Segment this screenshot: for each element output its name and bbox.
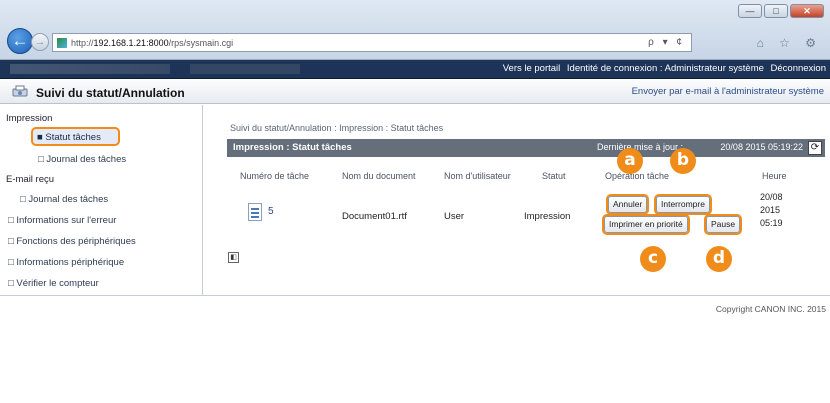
refresh-icon[interactable]: ⟳ [808,141,822,155]
blurred-device-name [10,64,170,74]
window-controls: — □ ✕ [738,4,824,18]
sidebar-item-counter[interactable]: □ Vérifier le compteur [8,278,99,289]
cell-user-name: User [444,211,465,222]
cancel-button[interactable]: Annuler [605,194,650,215]
status-monitor-icon [12,85,28,97]
browser-toolbar-icons[interactable]: ⌂ ☆ ⚙ [757,36,822,50]
blurred-product-name [190,64,300,74]
topbar-links: Vers le portail Identité de connexion : … [499,63,826,74]
copyright-text: Copyright CANON INC. 2015 [715,304,826,314]
pager-icon[interactable]: ◧ [228,252,239,263]
back-arrow-icon[interactable]: ← [7,28,33,54]
cell-status: Impression [524,211,571,222]
page-title: Suivi du statut/Annulation [36,86,185,100]
close-button[interactable]: ✕ [790,4,824,18]
print-priority-button[interactable]: Imprimer en priorité [602,214,690,235]
sidebar-section-print[interactable]: Impression [6,113,52,124]
content-divider [0,295,830,296]
col-job-number: Numéro de tâche [240,171,310,181]
last-update-time: 20/08 2015 05:19:22 [720,142,803,152]
sidebar-item-device-functions[interactable]: □ Fonctions des périphériques [8,236,136,247]
maximize-button[interactable]: □ [764,4,788,18]
portal-link[interactable]: Vers le portail [503,63,561,74]
col-job-operation: Opération tâche [605,171,670,181]
address-bar[interactable]: http://192.168.1.21:8000/rps/sysmain.cgi… [52,33,692,52]
sidebar-item-job-log[interactable]: □ Journal des tâches [38,154,126,165]
callout-badge-b: b [670,148,696,174]
col-status: Statut [542,171,566,181]
col-user-name: Nom d'utilisateur [444,171,511,181]
panel-title: Impression : Statut tâches [233,142,352,153]
login-identity: Identité de connexion : Administrateur s… [566,63,764,74]
pause-button[interactable]: Pause [703,214,743,235]
sidebar-item-label: ■ Statut tâches [37,132,101,143]
interrupt-button[interactable]: Interrompre [654,194,712,215]
sidebar-item-job-status[interactable]: ■ Statut tâches [31,127,120,146]
panel-header: Impression : Statut tâches Dernière mise… [227,139,825,157]
logout-link[interactable]: Déconnexion [771,63,826,74]
address-tools-icon[interactable]: ρ ▾ ¢ [648,37,685,48]
sidebar-item-email-log[interactable]: □ Journal des tâches [20,194,108,205]
cell-time-date: 20/08 [760,192,783,202]
cell-time-clock: 05:19 [760,218,783,228]
breadcrumb: Suivi du statut/Annulation : Impression … [230,123,444,133]
callout-badge-a: a [617,148,643,174]
portal-topbar: Vers le portail Identité de connexion : … [0,60,830,79]
sidebar-item-error-info[interactable]: □ Informations sur l'erreur [8,215,116,226]
email-admin-link[interactable]: Envoyer par e-mail à l'administrateur sy… [632,86,824,97]
col-document-name: Nom du document [342,171,416,181]
sidebar-section-email[interactable]: E-mail reçu [6,174,54,185]
sidebar: Impression ■ Statut tâches □ Journal des… [0,105,203,295]
page-titlebar: Suivi du statut/Annulation Envoyer par e… [0,80,830,104]
callout-badge-d: d [706,246,732,272]
document-icon [248,203,262,221]
browser-chrome: — □ ✕ ← → http://192.168.1.21:8000/rps/s… [0,0,830,60]
site-favicon-icon [57,37,67,48]
col-time: Heure [762,171,787,181]
forward-arrow-icon[interactable]: → [31,33,49,51]
url-text: http://192.168.1.21:8000/rps/sysmain.cgi [71,37,234,48]
last-update-label: Dernière mise à jour : [596,142,683,152]
job-number-link[interactable]: 5 [268,206,274,217]
minimize-button[interactable]: — [738,4,762,18]
sidebar-item-device-info[interactable]: □ Informations périphérique [8,257,124,268]
callout-badge-c: c [640,246,666,272]
cell-time-year: 2015 [760,205,781,215]
cell-document-name: Document01.rtf [342,211,407,222]
